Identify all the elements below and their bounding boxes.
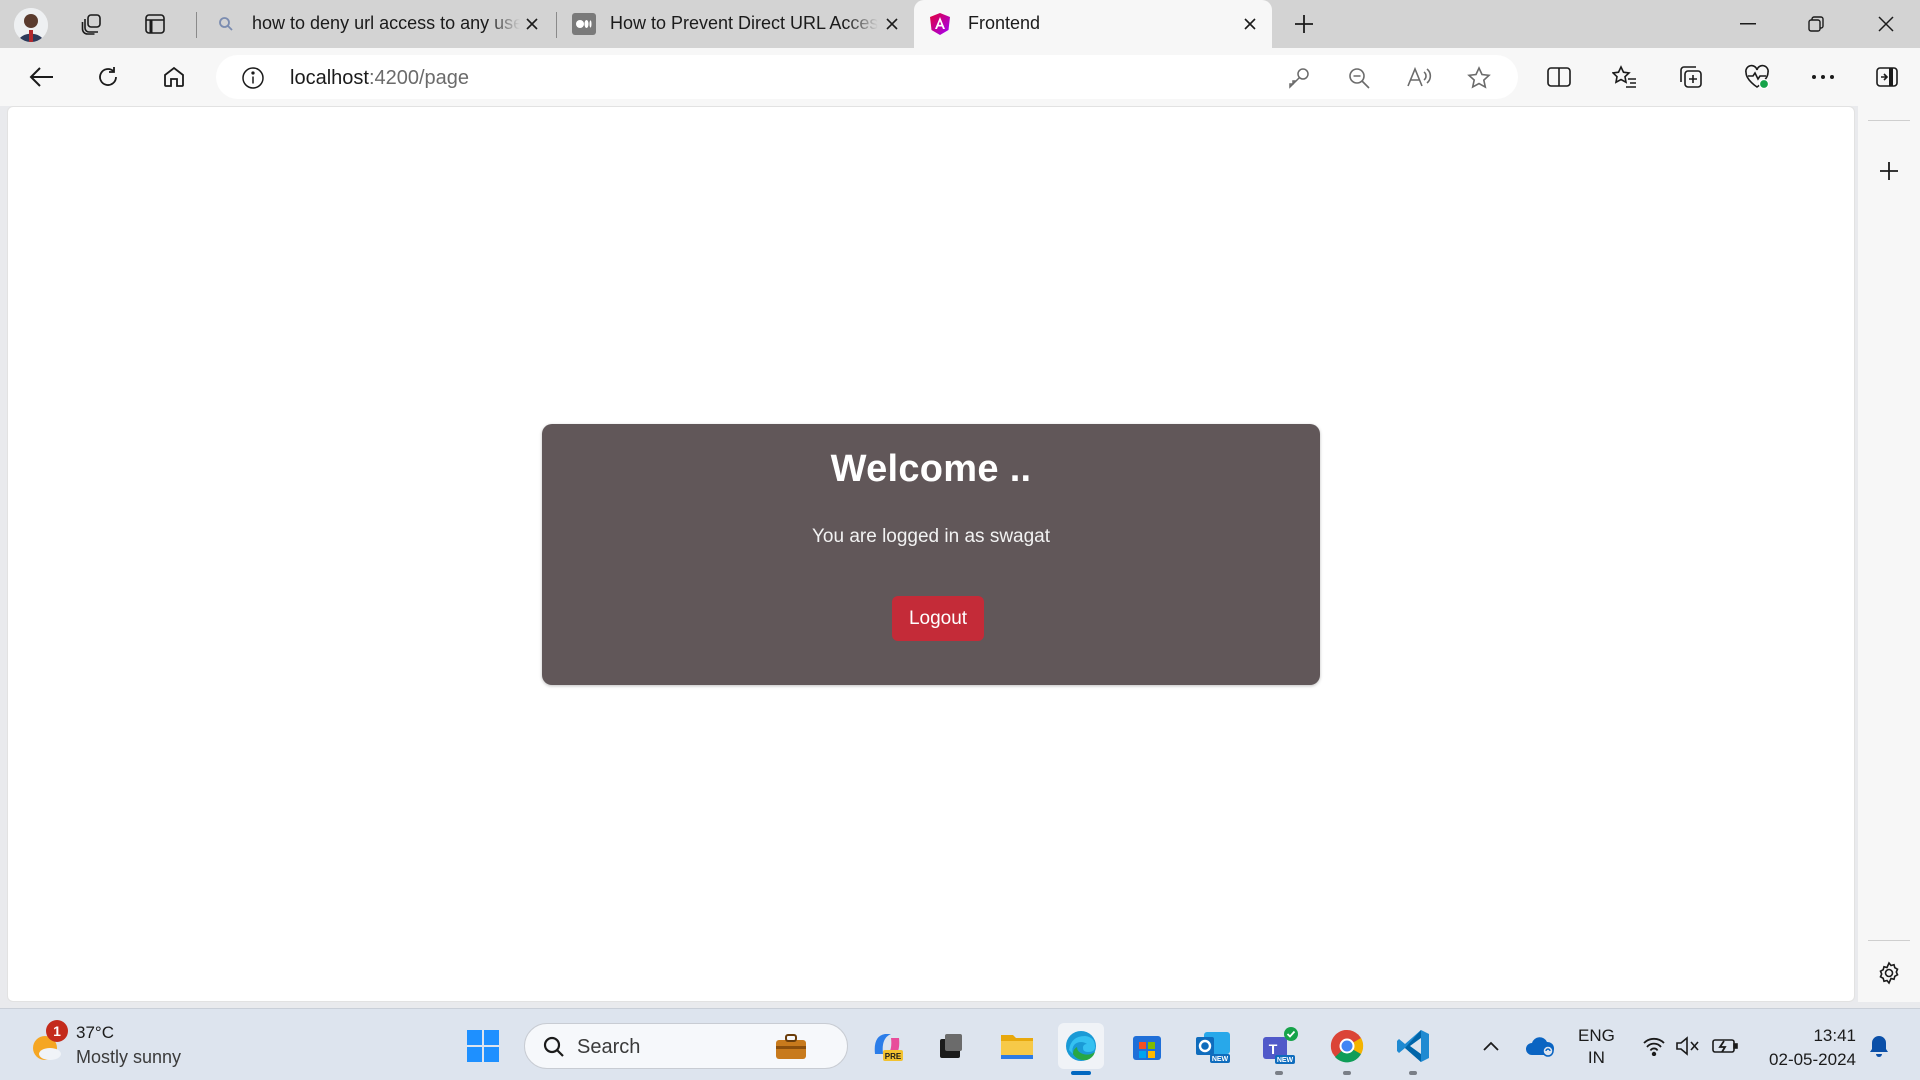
close-icon[interactable] <box>1240 14 1260 34</box>
welcome-card: Welcome .. You are logged in as swagat L… <box>542 424 1320 685</box>
svg-text:PRE: PRE <box>885 1052 902 1061</box>
split-screen-icon[interactable] <box>1544 62 1574 92</box>
onedrive-cloud-icon[interactable] <box>1524 1031 1556 1061</box>
medium-logo-icon <box>572 13 596 35</box>
tab-frontend[interactable]: Frontend <box>914 0 1272 48</box>
weather-badge: 1 <box>46 1020 68 1042</box>
tab-title: how to deny url access to any user <box>252 13 520 33</box>
clock-date: 02-05-2024 <box>1769 1050 1856 1069</box>
more-options-icon[interactable] <box>1808 62 1838 92</box>
close-icon[interactable] <box>882 14 902 34</box>
restore-button[interactable] <box>1788 0 1844 48</box>
angular-logo-icon <box>928 12 952 36</box>
back-button[interactable] <box>22 58 62 96</box>
notification-bell-icon[interactable] <box>1864 1031 1894 1061</box>
copilot-icon[interactable]: PRE <box>864 1023 910 1069</box>
tab-title: Frontend <box>968 13 1041 33</box>
volume-muted-icon[interactable] <box>1674 1033 1702 1059</box>
sidebar-divider <box>1868 940 1910 941</box>
running-indicator <box>1275 1071 1283 1075</box>
settings-gear-icon[interactable] <box>1874 958 1904 988</box>
profile-avatar[interactable] <box>14 8 48 42</box>
new-tab-button[interactable] <box>1286 7 1322 41</box>
url-path: :4200/page <box>368 67 470 89</box>
running-indicator <box>1071 1071 1091 1075</box>
wifi-icon[interactable] <box>1640 1033 1668 1059</box>
clock-time: 13:41 <box>1813 1026 1856 1045</box>
input-language-indicator[interactable]: ENG IN <box>1578 1025 1615 1069</box>
tab-medium-article[interactable]: How to Prevent Direct URL Access <box>560 0 910 48</box>
tab-search-result[interactable]: how to deny url access to any user <box>204 0 552 48</box>
teams-new-icon[interactable]: T NEW <box>1256 1023 1302 1075</box>
page-viewport: Welcome .. You are logged in as swagat L… <box>7 106 1855 1002</box>
browser-essentials-icon[interactable] <box>1742 62 1772 92</box>
sidebar-divider <box>1868 120 1910 121</box>
refresh-button[interactable] <box>88 58 128 96</box>
workspaces-icon[interactable] <box>72 6 112 42</box>
windows-start-icon[interactable] <box>460 1023 506 1069</box>
language-code: ENG <box>1578 1026 1615 1045</box>
microsoft-store-icon[interactable] <box>1124 1023 1170 1069</box>
taskbar-search-box[interactable]: Search <box>524 1023 848 1069</box>
url-text[interactable]: localhost:4200/page <box>290 67 469 90</box>
edge-sidebar <box>1858 106 1920 1002</box>
region-code: IN <box>1587 1048 1605 1067</box>
weather-condition: Mostly sunny <box>76 1047 182 1067</box>
logout-button[interactable]: Logout <box>892 596 984 641</box>
zoom-out-icon[interactable] <box>1346 65 1372 91</box>
sidebar-toggle-icon[interactable] <box>1872 62 1902 92</box>
search-icon <box>541 1034 567 1060</box>
add-sidebar-app-icon[interactable] <box>1876 158 1902 184</box>
tab-separator <box>196 12 197 38</box>
tab-title: How to Prevent Direct URL Access <box>610 13 878 33</box>
site-info-icon[interactable] <box>240 65 266 91</box>
close-icon[interactable] <box>522 14 542 34</box>
welcome-heading: Welcome .. <box>830 448 1032 490</box>
edge-browser-icon[interactable] <box>1058 1023 1104 1075</box>
task-view-icon[interactable] <box>928 1023 974 1069</box>
running-indicator <box>1343 1071 1351 1075</box>
search-label: Search <box>577 1036 641 1058</box>
file-explorer-icon[interactable] <box>994 1023 1040 1069</box>
show-hidden-icons-chevron-icon[interactable] <box>1478 1033 1504 1059</box>
minimize-button[interactable] <box>1720 0 1776 48</box>
briefcase-icon[interactable] <box>771 1030 811 1064</box>
favorites-icon[interactable] <box>1610 62 1640 92</box>
home-button[interactable] <box>154 58 194 96</box>
battery-charging-icon[interactable] <box>1710 1033 1740 1059</box>
outlook-new-icon[interactable]: NEW <box>1190 1023 1236 1069</box>
chrome-icon[interactable] <box>1324 1023 1370 1075</box>
close-window-button[interactable] <box>1858 0 1914 48</box>
vertical-tabs-icon[interactable] <box>135 6 175 42</box>
svg-text:NEW: NEW <box>1277 1057 1294 1064</box>
collections-icon[interactable] <box>1676 62 1706 92</box>
svg-text:NEW: NEW <box>1212 1056 1229 1063</box>
svg-text:T: T <box>1269 1041 1278 1057</box>
search-icon <box>216 14 236 34</box>
weather-sun-icon: 1 <box>28 1020 68 1064</box>
weather-temperature: 37°C <box>76 1023 114 1042</box>
browser-toolbar: localhost:4200/page <box>0 48 1920 106</box>
vscode-icon[interactable] <box>1390 1023 1436 1075</box>
tab-separator <box>556 12 557 38</box>
windows-taskbar: 1 37°C Mostly sunny Search PRE NEW T NEW… <box>0 1008 1920 1080</box>
system-clock[interactable]: 13:41 02-05-2024 <box>1756 1024 1856 1072</box>
logged-in-message: You are logged in as swagat <box>811 526 1051 547</box>
key-icon[interactable] <box>1286 65 1312 91</box>
running-indicator <box>1409 1071 1417 1075</box>
url-host: localhost <box>290 67 369 89</box>
address-bar[interactable]: localhost:4200/page <box>216 55 1518 99</box>
favorite-star-icon[interactable] <box>1466 65 1492 91</box>
tab-strip: how to deny url access to any user How t… <box>0 0 1920 48</box>
read-aloud-icon[interactable] <box>1406 65 1432 91</box>
weather-widget[interactable]: 1 37°C Mostly sunny <box>28 1017 181 1073</box>
